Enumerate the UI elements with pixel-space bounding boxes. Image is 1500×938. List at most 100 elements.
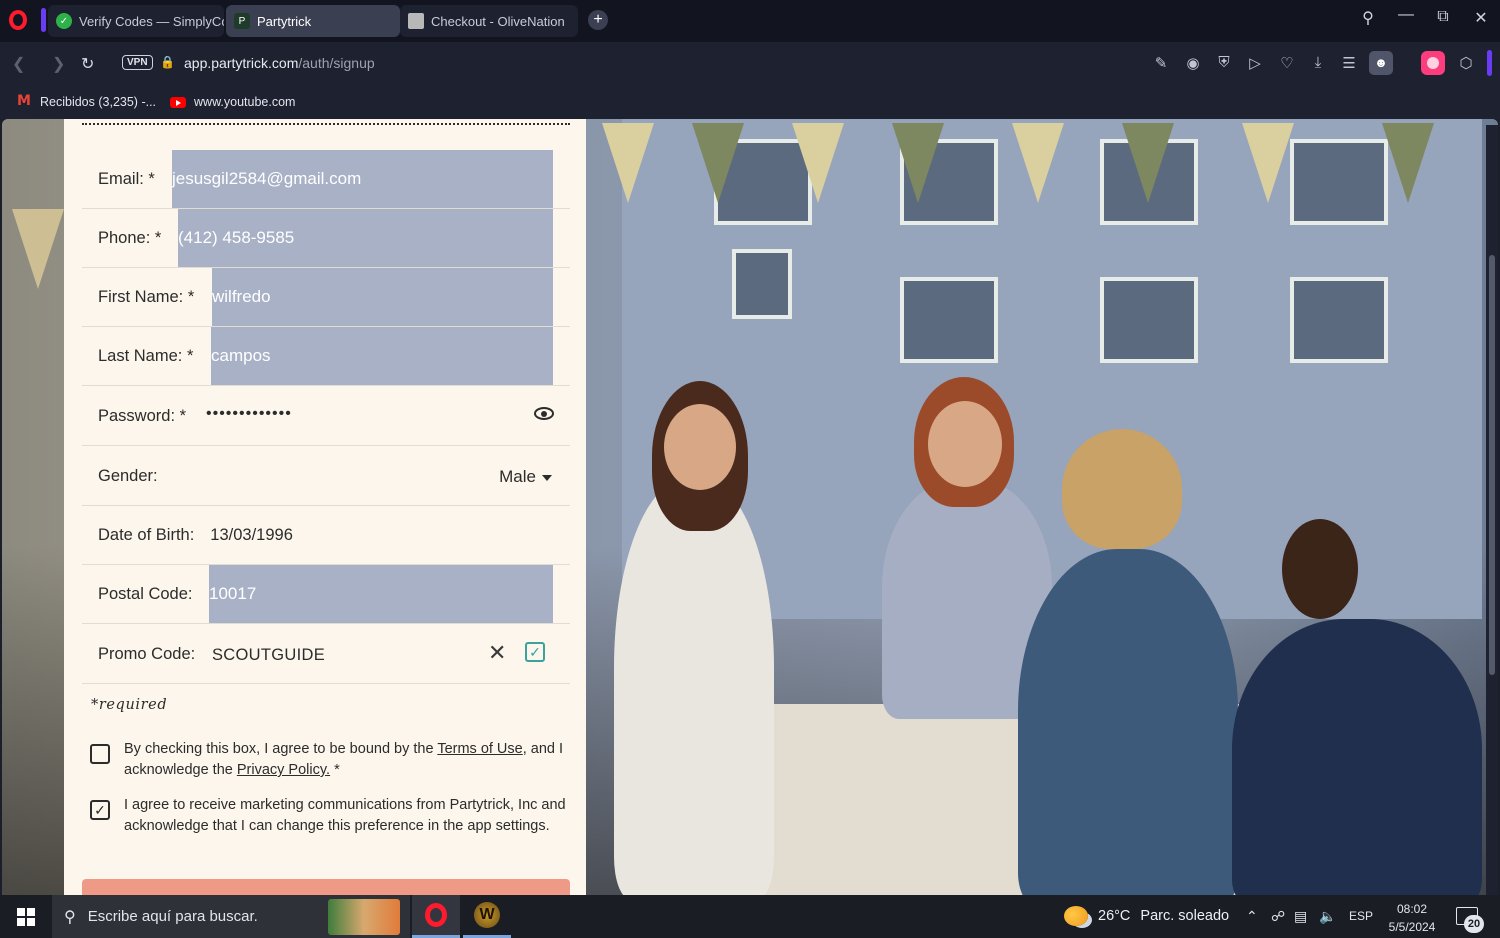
bookmark-youtube[interactable]: www.youtube.com <box>170 95 295 109</box>
gender-value: Male <box>499 467 536 486</box>
hair <box>1062 429 1182 549</box>
clear-promo-icon[interactable]: ✕ <box>488 642 506 664</box>
marketing-checkbox[interactable]: ✓ <box>90 800 110 820</box>
bookmark-label: Recibidos (3,235) -... <box>40 95 157 109</box>
terms-of-use-link[interactable]: Terms of Use <box>437 741 522 757</box>
password-field[interactable]: ••••••••••••• <box>206 405 292 423</box>
camera-icon[interactable]: ◉ <box>1183 54 1203 72</box>
lock-icon[interactable]: 🔒 <box>160 55 175 69</box>
tab-partytrick[interactable]: P Partytrick <box>226 5 400 37</box>
edit-icon[interactable]: ✎ <box>1151 54 1171 72</box>
pennant <box>1012 123 1064 203</box>
weather-widget[interactable]: 26°C Parc. soleado <box>1064 906 1229 926</box>
postal-field[interactable]: 10017 <box>209 565 553 623</box>
email-row: Email: * jesusgil2584@gmail.com <box>82 150 570 209</box>
window <box>1290 277 1388 363</box>
pennant <box>1382 123 1434 203</box>
new-tab-button[interactable]: + <box>588 10 608 30</box>
url-path: /auth/signup <box>298 55 375 71</box>
opera-menu-icon[interactable] <box>9 10 27 30</box>
privacy-policy-link[interactable]: Privacy Policy. <box>237 762 330 778</box>
cube-icon[interactable]: ⬡ <box>1456 54 1476 72</box>
extension-icon[interactable] <box>1421 51 1445 75</box>
gender-label: Gender: <box>98 466 158 485</box>
profile-icon[interactable]: ☻ <box>1369 51 1393 75</box>
postal-row: Postal Code: 10017 <box>82 565 570 624</box>
face <box>664 404 736 490</box>
restore-icon[interactable]: ⧉ <box>1431 8 1455 26</box>
tab-title: Partytrick <box>257 13 312 29</box>
email-label: Email: * <box>98 169 155 188</box>
vpn-badge[interactable]: VPN <box>122 55 153 70</box>
dob-label: Date of Birth: <box>98 525 195 544</box>
phone-label: Phone: * <box>98 228 162 247</box>
bookmark-label: www.youtube.com <box>194 95 296 109</box>
first-name-label: First Name: * <box>98 287 195 306</box>
weather-text: Parc. soleado <box>1140 908 1230 924</box>
password-label: Password: * <box>98 406 187 425</box>
pennant <box>692 123 744 203</box>
search-placeholder: Escribe aquí para buscar. <box>87 908 258 925</box>
tab-title: Verify Codes — SimplyCod <box>79 13 224 29</box>
language-indicator[interactable]: ESP <box>1349 909 1373 923</box>
window <box>1290 139 1388 225</box>
shield-icon[interactable]: ⛨ <box>1214 54 1234 71</box>
apply-promo-checkbox[interactable]: ✓ <box>525 642 545 662</box>
network-icon[interactable]: ▤ <box>1294 908 1307 925</box>
reload-icon[interactable]: ↻ <box>81 54 94 74</box>
weather-temp: 26°C <box>1098 908 1131 924</box>
scroll-thumb[interactable] <box>1489 255 1495 675</box>
first-name-field[interactable]: wilfredo <box>212 268 553 326</box>
window <box>1100 277 1198 363</box>
heart-icon[interactable]: ♡ <box>1277 54 1297 72</box>
back-icon[interactable]: ❮ <box>12 54 25 74</box>
url-field[interactable]: app.partytrick.com/auth/signup <box>184 55 375 71</box>
scrollbar[interactable] <box>1486 125 1498 895</box>
taskbar-opera[interactable] <box>412 895 460 938</box>
pennant <box>1122 123 1174 203</box>
email-field[interactable]: jesusgil2584@gmail.com <box>172 150 553 208</box>
tab-verify-codes[interactable]: ✓ Verify Codes — SimplyCod <box>48 5 224 37</box>
marketing-consent: ✓ I agree to receive marketing communica… <box>90 795 568 837</box>
promo-row: Promo Code: SCOUTGUIDE ✕ ✓ <box>82 625 570 684</box>
sign-up-button[interactable] <box>82 879 570 895</box>
partly-sunny-icon <box>1064 906 1088 926</box>
gmail-icon <box>16 93 32 109</box>
promo-field[interactable]: SCOUTGUIDE <box>212 646 325 665</box>
menu-icon[interactable]: ☰ <box>1339 54 1359 72</box>
gender-select[interactable]: Male <box>499 467 552 487</box>
tab-bar: ✓ Verify Codes — SimplyCod P Partytrick … <box>0 0 1500 42</box>
download-icon[interactable]: ⤓ <box>1308 54 1328 71</box>
bookmark-gmail[interactable]: Recibidos (3,235) -... <box>16 93 157 109</box>
pennant <box>602 123 654 203</box>
eye-icon[interactable] <box>534 407 554 420</box>
marketing-text: I agree to receive marketing communicati… <box>124 797 566 834</box>
play-icon[interactable]: ▷ <box>1245 54 1265 72</box>
terms-suffix: * <box>330 762 340 778</box>
face <box>928 401 1002 487</box>
taskbar-search[interactable]: ⚲ Escribe aquí para buscar. <box>52 895 410 938</box>
sidebar-accent <box>41 8 46 32</box>
windows-start-icon[interactable] <box>17 908 35 926</box>
taskbar-wow[interactable]: W <box>463 895 511 938</box>
dob-field[interactable]: 13/03/1996 <box>210 526 293 545</box>
clock[interactable]: 08:02 5/5/2024 <box>1382 900 1442 936</box>
last-name-field[interactable]: campos <box>211 327 553 385</box>
chevron-up-icon[interactable]: ⌃ <box>1246 908 1258 925</box>
forward-icon[interactable]: ❯ <box>52 54 65 74</box>
search-tabs-icon[interactable]: ⚲ <box>1356 8 1380 28</box>
tab-olivenation[interactable]: Checkout - OliveNation <box>400 5 578 37</box>
volume-icon[interactable]: 🔈 <box>1319 908 1336 925</box>
close-window-icon[interactable]: ✕ <box>1469 8 1493 28</box>
required-note: *required <box>91 697 168 713</box>
postal-label: Postal Code: <box>98 584 193 603</box>
last-name-label: Last Name: * <box>98 346 194 365</box>
meet-icon[interactable]: ☍ <box>1271 908 1285 925</box>
dob-row: Date of Birth: 13/03/1996 <box>82 506 570 565</box>
dotted-divider <box>82 123 570 125</box>
phone-field[interactable]: (412) 458-9585 <box>178 209 553 267</box>
terms-text: By checking this box, I agree to be boun… <box>124 739 568 781</box>
minimize-icon[interactable]: — <box>1394 6 1418 24</box>
terms-checkbox[interactable] <box>90 744 110 764</box>
url-host: app.partytrick.com <box>184 55 299 71</box>
